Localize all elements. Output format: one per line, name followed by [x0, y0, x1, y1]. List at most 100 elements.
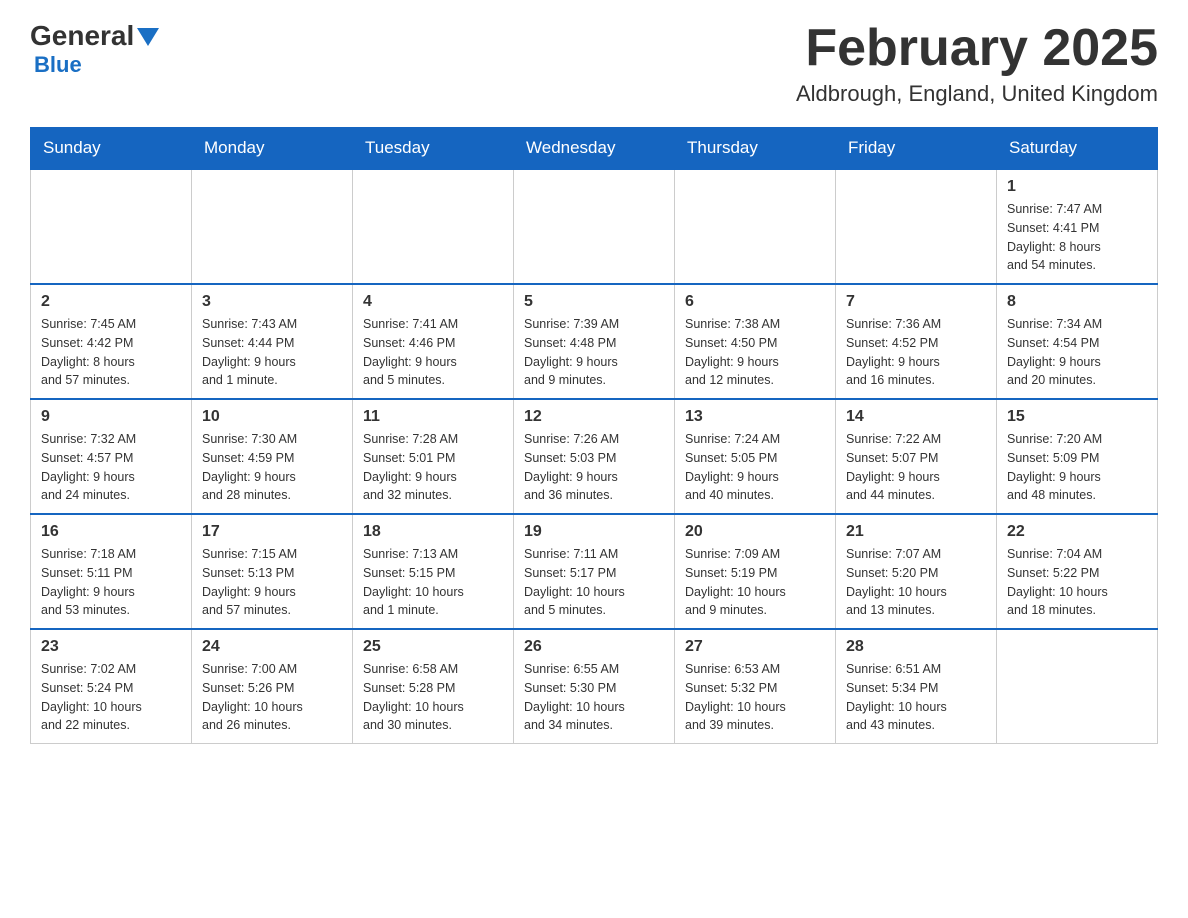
day-of-week-header: Tuesday [353, 128, 514, 170]
calendar-cell [675, 169, 836, 284]
calendar-cell: 17 Sunrise: 7:15 AM Sunset: 5:13 PM Dayli… [192, 514, 353, 629]
day-info: Sunrise: 7:39 AM Sunset: 4:48 PM Dayligh… [524, 315, 664, 390]
day-info: Sunrise: 6:55 AM Sunset: 5:30 PM Dayligh… [524, 660, 664, 735]
calendar-cell: 1Sunrise: 7:47 AM Sunset: 4:41 PM Daylig… [997, 169, 1158, 284]
calendar-cell: 3 Sunrise: 7:43 AM Sunset: 4:44 PM Daylig… [192, 284, 353, 399]
day-info: Sunrise: 7:09 AM Sunset: 5:19 PM Dayligh… [685, 545, 825, 620]
day-info: Sunrise: 7:04 AM Sunset: 5:22 PM Dayligh… [1007, 545, 1147, 620]
month-title: February 2025 [796, 20, 1158, 77]
day-number: 3 [202, 293, 342, 311]
calendar-cell: 5 Sunrise: 7:39 AM Sunset: 4:48 PM Daylig… [514, 284, 675, 399]
logo-triangle-icon [137, 28, 159, 46]
day-number: 5 [524, 293, 664, 311]
day-number: 22 [1007, 523, 1147, 541]
day-number: 18 [363, 523, 503, 541]
day-info: Sunrise: 6:51 AM Sunset: 5:34 PM Dayligh… [846, 660, 986, 735]
calendar-cell: 21 Sunrise: 7:07 AM Sunset: 5:20 PM Dayli… [836, 514, 997, 629]
day-number: 26 [524, 638, 664, 656]
week-row: 1Sunrise: 7:47 AM Sunset: 4:41 PM Daylig… [31, 169, 1158, 284]
day-number: 14 [846, 408, 986, 426]
day-number: 1 [1007, 178, 1147, 196]
day-of-week-header: Sunday [31, 128, 192, 170]
day-info: Sunrise: 7:24 AM Sunset: 5:05 PM Dayligh… [685, 430, 825, 505]
day-number: 8 [1007, 293, 1147, 311]
calendar-cell: 9 Sunrise: 7:32 AM Sunset: 4:57 PM Daylig… [31, 399, 192, 514]
week-row: 9 Sunrise: 7:32 AM Sunset: 4:57 PM Daylig… [31, 399, 1158, 514]
calendar-cell: 25 Sunrise: 6:58 AM Sunset: 5:28 PM Dayli… [353, 629, 514, 744]
day-info: Sunrise: 7:32 AM Sunset: 4:57 PM Dayligh… [41, 430, 181, 505]
day-number: 13 [685, 408, 825, 426]
calendar-cell [514, 169, 675, 284]
day-number: 21 [846, 523, 986, 541]
calendar-cell: 23 Sunrise: 7:02 AM Sunset: 5:24 PM Dayli… [31, 629, 192, 744]
day-info: Sunrise: 7:13 AM Sunset: 5:15 PM Dayligh… [363, 545, 503, 620]
calendar-header-row: SundayMondayTuesdayWednesdayThursdayFrid… [31, 128, 1158, 170]
calendar-cell: 10 Sunrise: 7:30 AM Sunset: 4:59 PM Dayli… [192, 399, 353, 514]
week-row: 2Sunrise: 7:45 AM Sunset: 4:42 PM Daylig… [31, 284, 1158, 399]
day-of-week-header: Monday [192, 128, 353, 170]
calendar-cell: 26 Sunrise: 6:55 AM Sunset: 5:30 PM Dayli… [514, 629, 675, 744]
day-info: Sunrise: 7:45 AM Sunset: 4:42 PM Dayligh… [41, 315, 181, 390]
calendar-cell [997, 629, 1158, 744]
calendar-cell: 12 Sunrise: 7:26 AM Sunset: 5:03 PM Dayli… [514, 399, 675, 514]
day-info: Sunrise: 7:36 AM Sunset: 4:52 PM Dayligh… [846, 315, 986, 390]
location: Aldbrough, England, United Kingdom [796, 81, 1158, 107]
calendar-cell: 28 Sunrise: 6:51 AM Sunset: 5:34 PM Dayli… [836, 629, 997, 744]
day-number: 7 [846, 293, 986, 311]
day-number: 12 [524, 408, 664, 426]
day-info: Sunrise: 7:02 AM Sunset: 5:24 PM Dayligh… [41, 660, 181, 735]
calendar-cell: 14 Sunrise: 7:22 AM Sunset: 5:07 PM Dayli… [836, 399, 997, 514]
day-number: 19 [524, 523, 664, 541]
day-of-week-header: Saturday [997, 128, 1158, 170]
day-of-week-header: Wednesday [514, 128, 675, 170]
calendar-cell [836, 169, 997, 284]
calendar-cell [192, 169, 353, 284]
day-number: 11 [363, 408, 503, 426]
calendar-cell: 18 Sunrise: 7:13 AM Sunset: 5:15 PM Dayli… [353, 514, 514, 629]
calendar-cell [353, 169, 514, 284]
day-info: Sunrise: 7:07 AM Sunset: 5:20 PM Dayligh… [846, 545, 986, 620]
day-number: 10 [202, 408, 342, 426]
day-number: 17 [202, 523, 342, 541]
day-number: 4 [363, 293, 503, 311]
title-area: February 2025 Aldbrough, England, United… [796, 20, 1158, 107]
calendar-cell: 27Sunrise: 6:53 AM Sunset: 5:32 PM Dayli… [675, 629, 836, 744]
calendar-cell: 22 Sunrise: 7:04 AM Sunset: 5:22 PM Dayli… [997, 514, 1158, 629]
logo: General Blue [30, 20, 159, 78]
day-info: Sunrise: 7:28 AM Sunset: 5:01 PM Dayligh… [363, 430, 503, 505]
day-number: 27 [685, 638, 825, 656]
day-number: 6 [685, 293, 825, 311]
calendar-cell: 4 Sunrise: 7:41 AM Sunset: 4:46 PM Daylig… [353, 284, 514, 399]
calendar-cell: 6 Sunrise: 7:38 AM Sunset: 4:50 PM Daylig… [675, 284, 836, 399]
day-info: Sunrise: 7:15 AM Sunset: 5:13 PM Dayligh… [202, 545, 342, 620]
day-of-week-header: Friday [836, 128, 997, 170]
week-row: 16 Sunrise: 7:18 AM Sunset: 5:11 PM Dayli… [31, 514, 1158, 629]
day-number: 28 [846, 638, 986, 656]
day-info: Sunrise: 7:18 AM Sunset: 5:11 PM Dayligh… [41, 545, 181, 620]
day-info: Sunrise: 7:41 AM Sunset: 4:46 PM Dayligh… [363, 315, 503, 390]
calendar-cell: 15Sunrise: 7:20 AM Sunset: 5:09 PM Dayli… [997, 399, 1158, 514]
day-number: 16 [41, 523, 181, 541]
day-info: Sunrise: 7:26 AM Sunset: 5:03 PM Dayligh… [524, 430, 664, 505]
day-number: 23 [41, 638, 181, 656]
day-number: 20 [685, 523, 825, 541]
calendar-cell: 24 Sunrise: 7:00 AM Sunset: 5:26 PM Dayli… [192, 629, 353, 744]
day-info: Sunrise: 7:38 AM Sunset: 4:50 PM Dayligh… [685, 315, 825, 390]
calendar-table: SundayMondayTuesdayWednesdayThursdayFrid… [30, 127, 1158, 744]
week-row: 23 Sunrise: 7:02 AM Sunset: 5:24 PM Dayli… [31, 629, 1158, 744]
day-info: Sunrise: 7:30 AM Sunset: 4:59 PM Dayligh… [202, 430, 342, 505]
day-info: Sunrise: 7:20 AM Sunset: 5:09 PM Dayligh… [1007, 430, 1147, 505]
day-number: 9 [41, 408, 181, 426]
day-info: Sunrise: 6:58 AM Sunset: 5:28 PM Dayligh… [363, 660, 503, 735]
calendar-cell: 13 Sunrise: 7:24 AM Sunset: 5:05 PM Dayli… [675, 399, 836, 514]
day-info: Sunrise: 7:22 AM Sunset: 5:07 PM Dayligh… [846, 430, 986, 505]
day-info: Sunrise: 7:43 AM Sunset: 4:44 PM Dayligh… [202, 315, 342, 390]
calendar-cell: 20 Sunrise: 7:09 AM Sunset: 5:19 PM Dayli… [675, 514, 836, 629]
day-info: Sunrise: 7:00 AM Sunset: 5:26 PM Dayligh… [202, 660, 342, 735]
day-number: 25 [363, 638, 503, 656]
day-of-week-header: Thursday [675, 128, 836, 170]
calendar-cell: 16 Sunrise: 7:18 AM Sunset: 5:11 PM Dayli… [31, 514, 192, 629]
day-info: Sunrise: 7:34 AM Sunset: 4:54 PM Dayligh… [1007, 315, 1147, 390]
day-number: 24 [202, 638, 342, 656]
calendar-cell: 11 Sunrise: 7:28 AM Sunset: 5:01 PM Dayli… [353, 399, 514, 514]
